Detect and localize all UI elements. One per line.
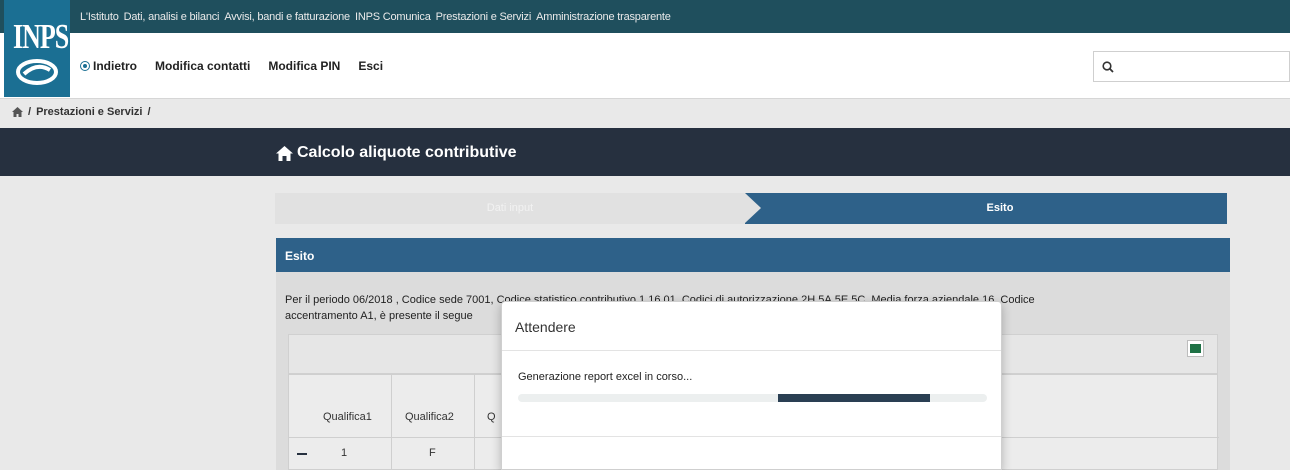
collapse-icon[interactable]: [297, 453, 307, 455]
col-divider: [391, 375, 392, 470]
page-title: Calcolo aliquote contributive: [276, 144, 517, 162]
dialog-title: Attendere: [515, 319, 576, 335]
progress-bar: [518, 394, 987, 402]
edit-pin-link[interactable]: Modifica PIN: [268, 59, 340, 73]
step-dati-input[interactable]: Dati input: [275, 193, 745, 224]
top-nav-istituto[interactable]: L'Istituto: [80, 11, 119, 23]
breadcrumb-separator: /: [28, 106, 32, 118]
logo-text: INPS: [13, 16, 69, 56]
dialog-message: Generazione report excel in corso...: [518, 371, 693, 383]
back-link[interactable]: Indietro: [80, 59, 137, 73]
dialog-divider: [502, 350, 1001, 351]
page-title-text: Calcolo aliquote contributive: [297, 144, 517, 161]
table-cell: 1: [341, 447, 348, 459]
search-icon: [1102, 61, 1114, 73]
step-arrow: [745, 193, 761, 223]
sub-nav: Indietro Modifica contatti Modifica PIN …: [80, 59, 383, 73]
excel-export-icon[interactable]: [1187, 340, 1204, 357]
step-esito-label: Esito: [986, 202, 1014, 214]
panel-heading: Esito: [276, 238, 1230, 272]
edit-contacts-link[interactable]: Modifica contatti: [155, 59, 250, 73]
breadcrumb-separator: /: [147, 106, 151, 118]
progress-fill: [778, 394, 931, 402]
top-nav-trasparente[interactable]: Amministrazione trasparente: [536, 11, 671, 23]
table-header-qualifica1: Qualifica1: [323, 411, 372, 423]
top-bar: L'Istituto Dati, analisi e bilanci Avvis…: [0, 0, 1290, 33]
table-header-q: Q: [487, 411, 496, 423]
inps-logo[interactable]: INPS: [4, 0, 70, 97]
logo-emblem-icon: [16, 59, 58, 85]
top-nav-comunica[interactable]: INPS Comunica: [355, 11, 431, 23]
breadcrumb-prestazioni[interactable]: Prestazioni e Servizi: [36, 106, 142, 118]
logout-link[interactable]: Esci: [358, 59, 383, 73]
home-icon: [276, 145, 293, 161]
back-label: Indietro: [93, 59, 137, 73]
title-bar: Calcolo aliquote contributive: [0, 128, 1290, 176]
back-circle-icon: [80, 61, 90, 71]
search-input[interactable]: [1093, 51, 1290, 82]
step-esito[interactable]: Esito: [745, 193, 1227, 224]
breadcrumb: / Prestazioni e Servizi /: [12, 106, 151, 118]
col-divider: [474, 375, 475, 470]
top-nav-prestazioni[interactable]: Prestazioni e Servizi: [436, 11, 532, 23]
top-nav: L'Istituto Dati, analisi e bilanci Avvis…: [80, 11, 671, 23]
wait-dialog: Attendere Generazione report excel in co…: [501, 301, 1002, 470]
top-nav-dati[interactable]: Dati, analisi e bilanci: [124, 11, 220, 23]
table-cell: F: [429, 447, 436, 459]
dialog-footer-divider: [502, 436, 1001, 437]
table-header-qualifica2: Qualifica2: [405, 411, 454, 423]
home-icon[interactable]: [12, 107, 23, 117]
top-nav-avvisi[interactable]: Avvisi, bandi e fatturazione: [224, 11, 350, 23]
